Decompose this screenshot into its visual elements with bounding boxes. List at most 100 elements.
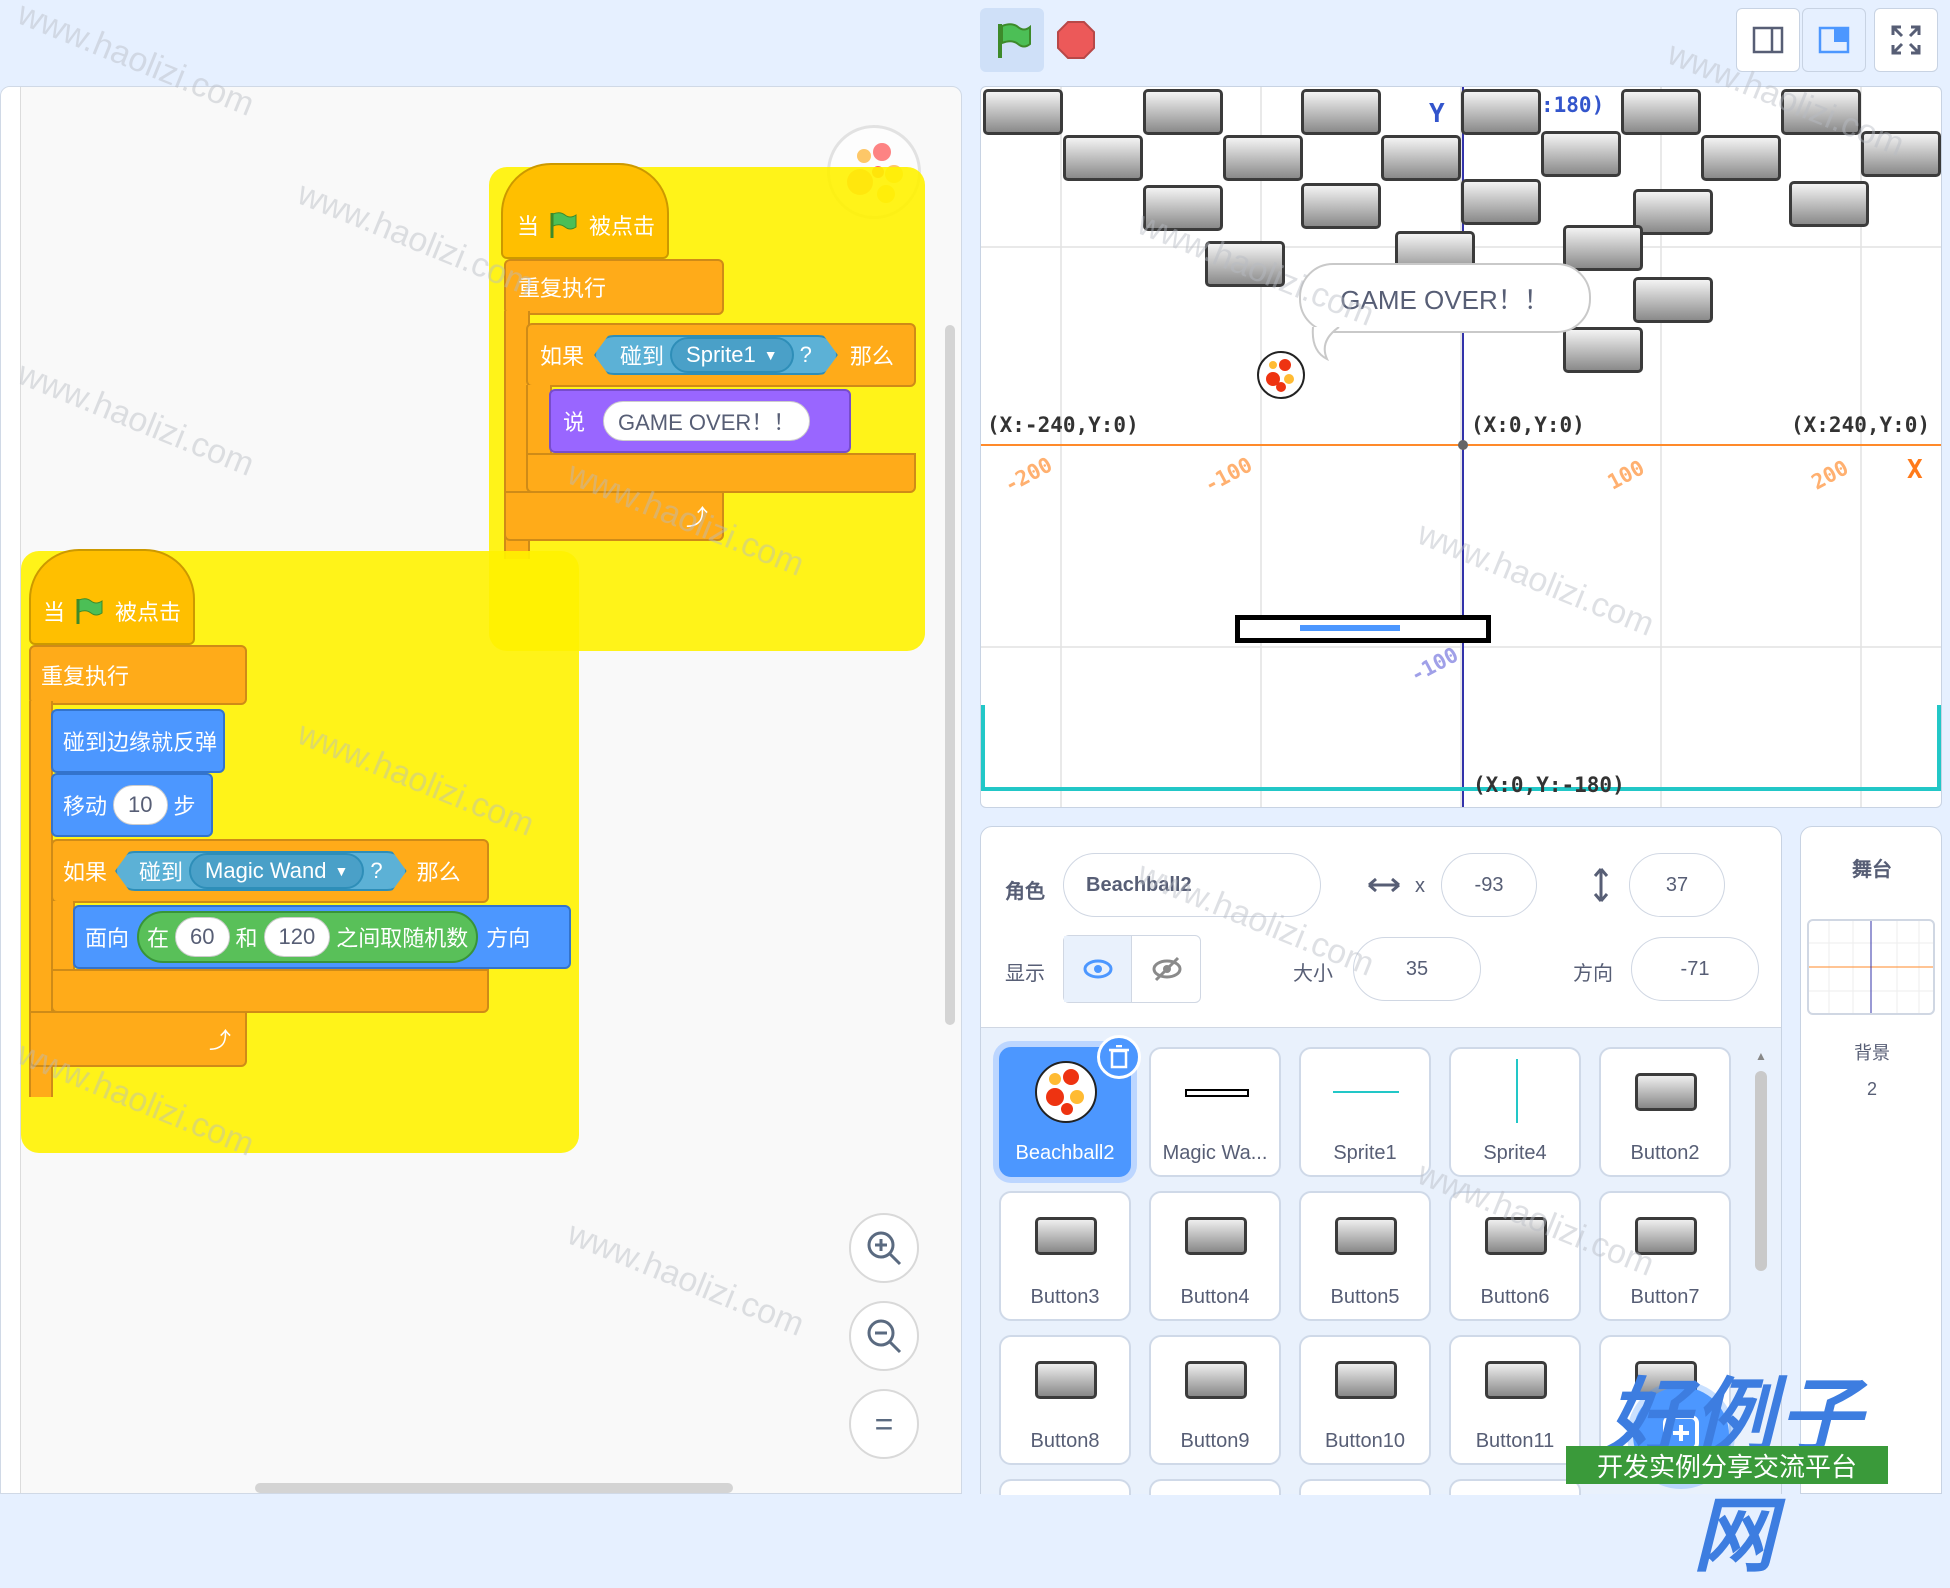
green-flag-icon (998, 23, 1031, 58)
small-stage-button[interactable] (1736, 8, 1800, 72)
x-field[interactable]: -93 (1441, 853, 1537, 917)
line-icon (1333, 1091, 1399, 1093)
sprite-name: Beachball2 (1015, 1142, 1115, 1164)
say-block[interactable]: 说 GAME OVER！！ (549, 389, 851, 453)
move-steps-input[interactable]: 10 (113, 785, 168, 825)
then-label: 那么 (849, 344, 894, 369)
magic-wand-sprite[interactable] (1235, 615, 1491, 643)
forever-label: 重复执行 (518, 276, 607, 301)
sprite-name: Button10 (1324, 1430, 1406, 1452)
sprite-tile-partial[interactable] (1149, 1479, 1281, 1495)
sprite-name: Button7 (1630, 1286, 1700, 1308)
zoom-in-button[interactable] (849, 1213, 919, 1283)
brick (1301, 183, 1381, 229)
sprite-tile-button4[interactable]: Button4 (1149, 1191, 1281, 1321)
speech-bubble-tail (1311, 327, 1340, 361)
if-block[interactable]: 如果 碰到 Sprite1 ▼ ? 那么 (526, 323, 916, 387)
sprite-tile-partial[interactable] (1449, 1479, 1581, 1495)
zoom-reset-button[interactable]: = (849, 1389, 919, 1459)
sprite-tile-button2[interactable]: Button2 (1599, 1047, 1731, 1177)
forever-block[interactable]: 重复执行 (504, 259, 724, 315)
sprite-tile-partial[interactable] (999, 1479, 1131, 1495)
if-block[interactable]: 如果 碰到 Magic Wand ▼ ? 那么 (51, 839, 489, 903)
show-button[interactable] (1064, 936, 1132, 1002)
code-area[interactable]: 当 被点击 重复执行 如果 碰到 Sprite1 ▼ ? 那么 说 GAME OV… (0, 86, 962, 1494)
sprite-tile-button5[interactable]: Button5 (1299, 1191, 1431, 1321)
sprite-tile-button3[interactable]: Button3 (999, 1191, 1131, 1321)
sprite-name: Button3 (1030, 1286, 1100, 1308)
touching-block[interactable]: 碰到 Magic Wand ▼ ? (115, 851, 407, 891)
brick (1633, 189, 1713, 235)
small-stage-icon (1752, 26, 1784, 54)
script1-hat-block[interactable]: 当 被点击 (501, 163, 669, 259)
scroll-thumb[interactable] (1755, 1071, 1767, 1271)
random-to-input[interactable]: 120 (263, 917, 331, 957)
touch-target-dropdown[interactable]: Sprite1 ▼ (670, 337, 794, 373)
delete-sprite-button[interactable] (1097, 1035, 1141, 1079)
sprite-tile-sprite4[interactable]: Sprite4 (1449, 1047, 1581, 1177)
direction-field[interactable]: -71 (1631, 937, 1759, 1001)
sprite-name-field[interactable]: Beachball2 (1063, 853, 1321, 917)
vertical-scrollbar[interactable] (945, 325, 955, 1025)
stage-thumbnail[interactable] (1807, 919, 1935, 1015)
point-direction-block[interactable]: 面向 在 60 和 120 之间取随机数 方向 (73, 905, 571, 969)
sprite-name: Button9 (1180, 1430, 1250, 1452)
face-label: 面向 (85, 926, 130, 951)
sprite-name-value: Beachball2 (1086, 873, 1192, 896)
script2-hat-block[interactable]: 当 被点击 (29, 549, 195, 645)
y-field[interactable]: 37 (1629, 853, 1725, 917)
forever-end: ⤴ (504, 491, 724, 541)
sprite-tile-beachball2[interactable]: Beachball2 (999, 1035, 1141, 1177)
brick (1621, 89, 1701, 135)
if-end (51, 969, 489, 1013)
sprite-tile-magic-wand[interactable]: Magic Wa... (1149, 1047, 1281, 1177)
sprite-name: Button8 (1030, 1430, 1100, 1452)
sprite-tile-button10[interactable]: Button10 (1299, 1335, 1431, 1465)
brick (1461, 179, 1541, 225)
sprite-tile-button9[interactable]: Button9 (1149, 1335, 1281, 1465)
zoom-out-button[interactable] (849, 1301, 919, 1371)
speech-text: GAME OVER！！ (1340, 284, 1550, 315)
size-field[interactable]: 35 (1353, 937, 1481, 1001)
sprite-name: Button4 (1180, 1286, 1250, 1308)
brick (1789, 181, 1869, 227)
forever-block[interactable]: 重复执行 (29, 645, 247, 705)
horizontal-scrollbar[interactable] (255, 1483, 733, 1493)
eye-icon (1083, 959, 1112, 979)
sprite-tile-button8[interactable]: Button8 (999, 1335, 1131, 1465)
bounce-block[interactable]: 碰到边缘就反弹 (51, 709, 225, 773)
bottom-coord-label: (X:0,Y:-180) (1473, 773, 1625, 797)
say-text-input[interactable]: GAME OVER！！ (603, 401, 811, 441)
fullscreen-button[interactable] (1874, 8, 1938, 72)
touch-target-dropdown[interactable]: Magic Wand ▼ (189, 853, 365, 889)
sprite-tile-sprite1[interactable]: Sprite1 (1299, 1047, 1431, 1177)
random-from-input[interactable]: 60 (175, 917, 230, 957)
touching-label: 碰到 (620, 344, 665, 369)
sprite-tile-partial[interactable] (1299, 1479, 1431, 1495)
brick (1781, 89, 1861, 135)
trash-icon (1109, 1045, 1129, 1069)
button-sprite-icon (1635, 1217, 1697, 1255)
stop-button[interactable] (1044, 8, 1108, 72)
sprite-tile-button6[interactable]: Button6 (1449, 1191, 1581, 1321)
touching-block[interactable]: 碰到 Sprite1 ▼ ? (594, 335, 838, 375)
hide-button[interactable] (1133, 936, 1201, 1002)
say-text-value: GAME OVER！！ (618, 410, 796, 435)
sprite-tile-button7[interactable]: Button7 (1599, 1191, 1731, 1321)
brick (1461, 89, 1541, 135)
wand-bar (1300, 625, 1400, 631)
bounce-label: 碰到边缘就反弹 (63, 730, 218, 755)
button-sprite-icon (1635, 1073, 1697, 1111)
random-to-value: 120 (278, 924, 316, 949)
random-block[interactable]: 在 60 和 120 之间取随机数 (137, 911, 479, 963)
move-block[interactable]: 移动 10 步 (51, 773, 213, 837)
sprite-tile-button11[interactable]: Button11 (1449, 1335, 1581, 1465)
normal-stage-button[interactable] (1802, 8, 1866, 72)
brick (1205, 241, 1285, 287)
brand-tagline: 开发实例分享交流平台 (1566, 1446, 1888, 1484)
beachball-sprite[interactable] (1255, 349, 1307, 401)
green-flag-button[interactable] (980, 8, 1044, 72)
dropdown-arrow-icon: ▼ (334, 863, 349, 879)
stage[interactable]: Y :180) (X:-240,Y:0) (X:0,Y:0) (X:240,Y:… (980, 86, 1942, 808)
right-coord-label: (X:240,Y:0) (1791, 413, 1931, 437)
